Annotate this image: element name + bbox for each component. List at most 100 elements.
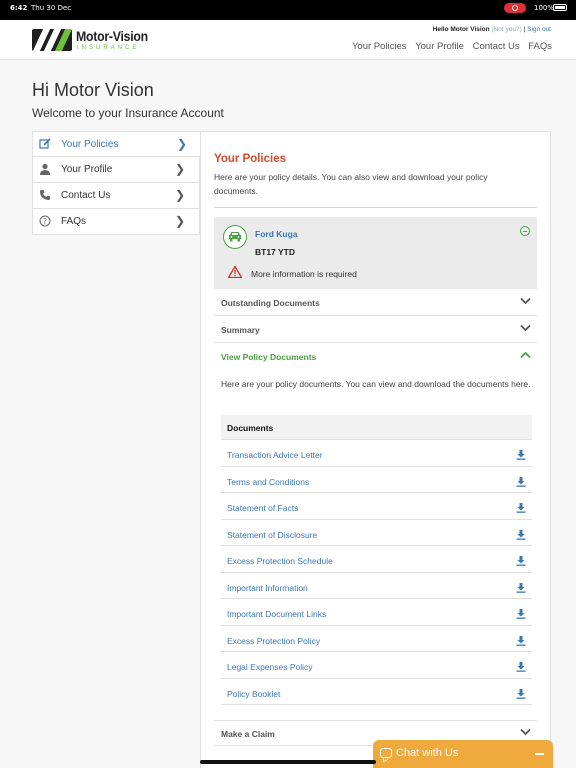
download-icon[interactable]	[516, 447, 526, 465]
table-row: Excess Protection Policy	[221, 626, 532, 652]
chat-widget[interactable]: Chat with Us	[373, 740, 553, 768]
sidebar-item-your-profile[interactable]: Your Profile ❯	[32, 157, 200, 183]
chat-bubble-icon	[380, 748, 392, 758]
documents-intro: Here are your policy documents. You can …	[221, 379, 531, 389]
battery-percent: 100%	[534, 4, 555, 12]
nav-contact-us[interactable]: Contact Us	[473, 41, 520, 52]
logo-subtitle: INSURANCE	[77, 45, 140, 51]
sidebar-item-label: FAQs	[61, 216, 87, 227]
sidebar-item-faqs[interactable]: ? FAQs ❯	[32, 209, 200, 235]
status-bar: 6:42 Thu 30 Dec 100%	[0, 0, 576, 20]
warning-message: More information is required	[251, 269, 357, 279]
download-icon[interactable]	[516, 474, 526, 492]
document-link[interactable]: Important Document Links	[227, 609, 326, 619]
greeting-text: Hello Motor Vision	[432, 26, 490, 33]
nav-faqs[interactable]: FAQs	[528, 41, 552, 52]
chevron-right-icon: ❯	[174, 188, 185, 202]
document-link[interactable]: Excess Protection Policy	[227, 636, 320, 646]
table-row: Legal Expenses Policy	[221, 652, 532, 679]
page-title: Hi Motor Vision	[32, 80, 154, 100]
table-row: Transaction Advice Letter	[221, 440, 532, 467]
policies-panel: Your Policies Here are your policy detai…	[200, 131, 551, 768]
greeting-separator: |	[523, 26, 526, 33]
documents-table: Documents Transaction Advice Letter Term…	[221, 415, 532, 705]
edit-icon	[39, 138, 51, 150]
motor-vision-logo[interactable]: Motor-Vision INSURANCE	[32, 28, 148, 54]
policies-description: Here are your policy details. You can al…	[214, 172, 488, 196]
download-icon[interactable]	[516, 527, 526, 545]
user-greeting: Hello Motor Vision (Not you?) | Sign out	[433, 26, 551, 33]
document-link[interactable]: Terms and Conditions	[227, 477, 309, 487]
svg-text:?: ?	[43, 217, 47, 226]
battery-icon	[553, 4, 567, 11]
minimize-icon[interactable]	[535, 753, 544, 755]
chevron-right-icon: ❯	[176, 137, 187, 151]
documents-table-header: Documents	[221, 415, 532, 440]
divider	[214, 207, 537, 208]
chevron-right-icon: ❯	[174, 214, 185, 228]
download-icon[interactable]	[516, 553, 526, 571]
document-link[interactable]: Excess Protection Schedule	[227, 556, 333, 566]
table-row: Statement of Facts	[221, 493, 532, 520]
download-icon[interactable]	[516, 659, 526, 677]
download-icon[interactable]	[516, 686, 526, 704]
vehicle-registration: BT17 YTD	[255, 247, 295, 257]
table-row: Policy Booklet	[221, 679, 532, 705]
sidebar-item-your-policies[interactable]: Your Policies ❯	[32, 131, 201, 157]
document-link[interactable]: Transaction Advice Letter	[227, 450, 323, 460]
download-icon[interactable]	[516, 633, 526, 651]
download-icon[interactable]	[516, 580, 526, 598]
documents-column-header: Documents	[227, 423, 274, 433]
accordion-label: Outstanding Documents	[221, 298, 320, 308]
user-icon	[39, 163, 51, 175]
download-icon[interactable]	[516, 606, 526, 624]
nav-your-policies[interactable]: Your Policies	[352, 41, 407, 52]
sign-out-link[interactable]: Sign out	[527, 26, 551, 33]
vehicle-name-link[interactable]: Ford Kuga	[255, 229, 298, 239]
status-time: 6:42	[10, 4, 28, 12]
car-icon	[223, 225, 247, 249]
table-row: Important Document Links	[221, 599, 532, 626]
nav-your-profile[interactable]: Your Profile	[415, 41, 464, 52]
accordion-outstanding-documents[interactable]: Outstanding Documents	[214, 289, 537, 316]
chevron-down-icon	[520, 727, 531, 739]
accordion-label: Summary	[221, 325, 260, 335]
collapse-minus-icon[interactable]	[520, 226, 530, 236]
policy-card: Ford Kuga BT17 YTD More information is r…	[214, 217, 537, 289]
chevron-up-icon	[520, 350, 531, 362]
status-date: Thu 30 Dec	[31, 4, 72, 12]
table-row: Statement of Disclosure	[221, 520, 532, 546]
accordion-label: Make a Claim	[221, 729, 275, 739]
chat-label: Chat with Us	[396, 747, 459, 759]
document-link[interactable]: Legal Expenses Policy	[227, 662, 313, 672]
sidebar-item-contact-us[interactable]: Contact Us ❯	[32, 183, 200, 209]
document-link[interactable]: Statement of Disclosure	[227, 530, 317, 540]
sidebar-item-label: Your Profile	[61, 164, 113, 175]
logo-name: Motor-Vision	[76, 28, 148, 44]
document-link[interactable]: Statement of Facts	[227, 503, 298, 513]
page-subtitle: Welcome to your Insurance Account	[32, 106, 224, 120]
accordion-label: View Policy Documents	[221, 352, 317, 362]
table-row: Important Information	[221, 573, 532, 599]
accordion-view-policy-documents[interactable]: View Policy Documents	[214, 343, 537, 371]
screen-recording-icon	[504, 3, 526, 13]
document-link[interactable]: Policy Booklet	[227, 689, 280, 699]
warning-icon	[227, 265, 243, 283]
logo-mark-icon	[32, 29, 72, 51]
chevron-right-icon: ❯	[174, 162, 185, 176]
question-icon: ?	[39, 215, 51, 227]
document-link[interactable]: Important Information	[227, 583, 308, 593]
accordion-summary[interactable]: Summary	[214, 316, 537, 343]
sidebar: Your Policies ❯ Your Profile ❯ Contact U…	[32, 131, 201, 235]
chevron-down-icon	[520, 296, 531, 308]
policies-title: Your Policies	[214, 153, 287, 165]
table-row: Excess Protection Schedule	[221, 546, 532, 573]
download-icon[interactable]	[516, 500, 526, 518]
table-row: Terms and Conditions	[221, 467, 532, 493]
not-you-link[interactable]: (Not you?)	[491, 26, 521, 33]
sidebar-item-label: Your Policies	[61, 139, 119, 150]
top-nav: Your Policies Your Profile Contact Us FA…	[346, 41, 552, 52]
chevron-down-icon	[520, 323, 531, 335]
sidebar-item-label: Contact Us	[61, 190, 111, 201]
home-indicator[interactable]	[200, 760, 376, 764]
